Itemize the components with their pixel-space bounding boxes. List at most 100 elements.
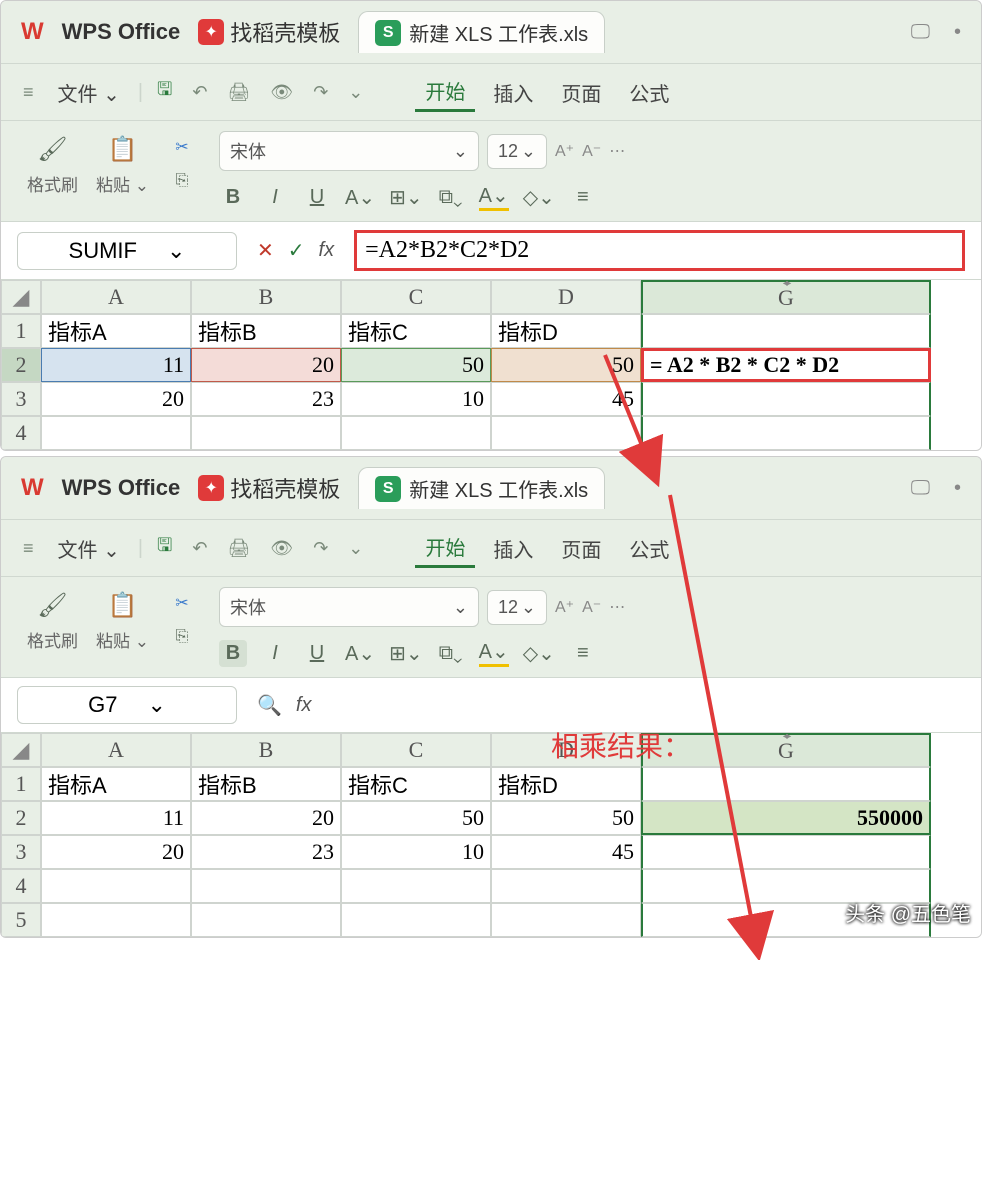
- menu-file[interactable]: 文件 ⌄: [48, 530, 130, 567]
- spreadsheet-grid[interactable]: ◢ A B C D ◂ ▸G 1 指标A 指标B 指标C 指标D 2 11 20…: [1, 280, 981, 450]
- cell[interactable]: 指标A: [41, 767, 191, 801]
- monitor-icon[interactable]: 🖵: [911, 21, 930, 44]
- select-all-corner[interactable]: ◢: [1, 733, 41, 767]
- cell[interactable]: 50: [491, 801, 641, 835]
- font-decrease-button[interactable]: A⁻: [582, 597, 601, 617]
- font-color-button[interactable]: A⌄: [345, 641, 375, 666]
- font-decrease-button[interactable]: A⁻: [582, 141, 601, 161]
- undo-button[interactable]: ↶: [186, 82, 213, 103]
- menu-insert[interactable]: 插入: [483, 74, 543, 111]
- dropdown-toggle[interactable]: ⌄: [342, 538, 369, 559]
- cell[interactable]: [341, 903, 491, 937]
- cell[interactable]: [191, 869, 341, 903]
- bold-button[interactable]: B: [219, 640, 247, 667]
- fill-color-button[interactable]: A⌄: [479, 183, 509, 211]
- cell[interactable]: [341, 869, 491, 903]
- name-box[interactable]: G7⌄: [17, 686, 237, 724]
- cell[interactable]: 45: [491, 382, 641, 416]
- align-button[interactable]: ≡: [569, 642, 597, 665]
- cell[interactable]: 指标B: [191, 314, 341, 348]
- eraser-button[interactable]: ◇⌄: [523, 641, 555, 666]
- col-header-c[interactable]: C: [341, 280, 491, 314]
- font-increase-button[interactable]: A⁺: [555, 597, 574, 617]
- col-header-b[interactable]: B: [191, 280, 341, 314]
- merge-button[interactable]: ⧉⌄: [437, 642, 465, 665]
- cell[interactable]: 11: [41, 801, 191, 835]
- print-button[interactable]: 🖨: [221, 82, 256, 103]
- more-icon[interactable]: ⋯: [609, 597, 625, 617]
- align-button[interactable]: ≡: [569, 186, 597, 209]
- font-name-select[interactable]: 宋体⌄: [219, 131, 479, 171]
- paste-button[interactable]: 📋 粘贴 ⌄: [90, 131, 155, 196]
- redo-button[interactable]: ↷: [307, 82, 334, 103]
- cell[interactable]: [41, 903, 191, 937]
- dropdown-toggle[interactable]: ⌄: [342, 82, 369, 103]
- row-header-5[interactable]: 5: [1, 903, 41, 937]
- search-fx-button[interactable]: 🔍: [257, 693, 282, 718]
- cell[interactable]: [191, 416, 341, 450]
- cell-ref-d2[interactable]: 50: [491, 348, 641, 382]
- hamburger-icon[interactable]: ≡: [17, 82, 40, 103]
- font-size-select[interactable]: 12⌄: [487, 590, 547, 625]
- paste-button[interactable]: 📋 粘贴 ⌄: [90, 587, 155, 652]
- template-tab[interactable]: ✦找稻壳模板: [198, 16, 340, 48]
- select-all-corner[interactable]: ◢: [1, 280, 41, 314]
- underline-button[interactable]: U: [303, 642, 331, 665]
- spreadsheet-grid[interactable]: ◢ A B C D ◂ ▸G 1 指标A 指标B 指标C 指标D 2 11 20…: [1, 733, 981, 937]
- border-button[interactable]: ⊞⌄: [389, 641, 423, 666]
- menu-formula[interactable]: 公式: [619, 530, 679, 567]
- more-icon[interactable]: ⋯: [609, 141, 625, 161]
- row-header-1[interactable]: 1: [1, 314, 41, 348]
- menu-insert[interactable]: 插入: [483, 530, 543, 567]
- redo-button[interactable]: ↷: [307, 538, 334, 559]
- merge-button[interactable]: ⧉⌄: [437, 186, 465, 209]
- underline-button[interactable]: U: [303, 186, 331, 209]
- italic-button[interactable]: I: [261, 186, 289, 209]
- save-button[interactable]: 🖫: [151, 77, 178, 107]
- cell[interactable]: 指标B: [191, 767, 341, 801]
- row-header-3[interactable]: 3: [1, 382, 41, 416]
- cut-button[interactable]: ✂: [165, 131, 199, 163]
- cell[interactable]: 45: [491, 835, 641, 869]
- row-header-3[interactable]: 3: [1, 835, 41, 869]
- monitor-icon[interactable]: 🖵: [911, 477, 930, 500]
- row-header-4[interactable]: 4: [1, 869, 41, 903]
- cell-ref-b2[interactable]: 20: [191, 348, 341, 382]
- cell[interactable]: 指标C: [341, 314, 491, 348]
- cell[interactable]: 50: [341, 801, 491, 835]
- font-size-select[interactable]: 12⌄: [487, 134, 547, 169]
- fill-color-button[interactable]: A⌄: [479, 639, 509, 667]
- menu-page[interactable]: 页面: [551, 74, 611, 111]
- bold-button[interactable]: B: [219, 186, 247, 209]
- menu-page[interactable]: 页面: [551, 530, 611, 567]
- cell[interactable]: 20: [191, 801, 341, 835]
- cell[interactable]: 23: [191, 835, 341, 869]
- cell[interactable]: 10: [341, 382, 491, 416]
- col-header-c[interactable]: C: [341, 733, 491, 767]
- copy-button[interactable]: ⎘: [165, 165, 199, 197]
- cell[interactable]: 指标C: [341, 767, 491, 801]
- cell[interactable]: [641, 767, 931, 801]
- font-increase-button[interactable]: A⁺: [555, 141, 574, 161]
- fx-label[interactable]: fx: [296, 694, 312, 717]
- cell[interactable]: 20: [41, 382, 191, 416]
- cell-ref-a2[interactable]: 11: [41, 348, 191, 382]
- italic-button[interactable]: I: [261, 642, 289, 665]
- hamburger-icon[interactable]: ≡: [17, 538, 40, 559]
- print-button[interactable]: 🖨: [221, 538, 256, 559]
- cell[interactable]: [41, 869, 191, 903]
- cut-button[interactable]: ✂: [165, 587, 199, 619]
- cell-formula-editing[interactable]: = A2 * B2 * C2 * D2: [641, 348, 931, 382]
- row-header-2[interactable]: 2: [1, 801, 41, 835]
- active-tab[interactable]: S新建 XLS 工作表.xls: [358, 467, 605, 509]
- copy-button[interactable]: ⎘: [165, 621, 199, 653]
- menu-file[interactable]: 文件 ⌄: [48, 74, 130, 111]
- formula-input[interactable]: [331, 703, 965, 707]
- border-button[interactable]: ⊞⌄: [389, 185, 423, 210]
- template-tab[interactable]: ✦找稻壳模板: [198, 472, 340, 504]
- font-color-button[interactable]: A⌄: [345, 185, 375, 210]
- row-header-4[interactable]: 4: [1, 416, 41, 450]
- preview-button[interactable]: 👁: [264, 538, 299, 559]
- cell[interactable]: 指标D: [491, 314, 641, 348]
- cell[interactable]: [41, 416, 191, 450]
